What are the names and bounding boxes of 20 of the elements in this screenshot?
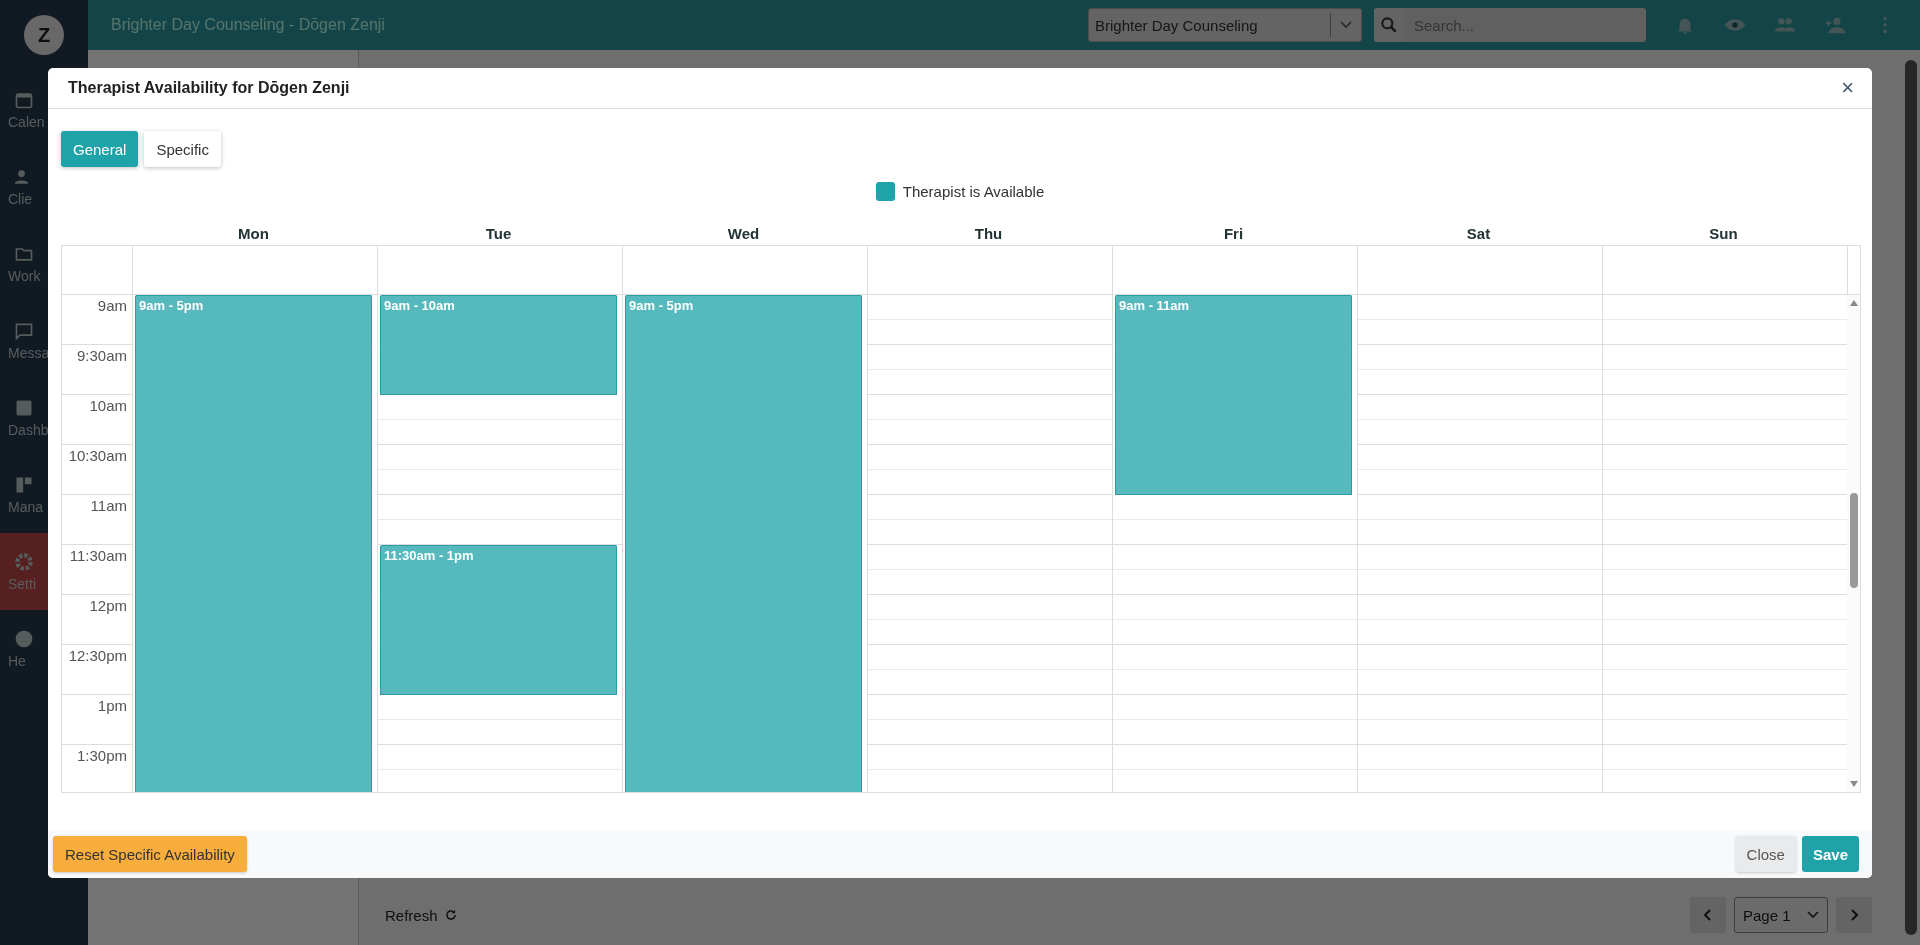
time-label: 1:30pm [76, 747, 127, 764]
time-label: 12pm [89, 597, 127, 614]
time-label: 12:30pm [68, 647, 127, 664]
time-label: 9:30am [76, 347, 127, 364]
time-label: 1pm [97, 697, 127, 714]
day-header: Fri [1223, 225, 1244, 242]
app-title: Brighter Day Counseling - Dōgen Zenji [111, 16, 386, 34]
legend-label: Therapist is Available [902, 183, 1045, 200]
time-label: 11:30am [69, 547, 127, 564]
day-header: Thu [974, 225, 1003, 242]
time-label: 11am [90, 497, 127, 514]
time-label: 10am [89, 397, 127, 414]
day-header: Tue [485, 225, 512, 242]
day-header: Wed [727, 225, 760, 242]
time-label: 10:30am [68, 447, 127, 464]
time-label: 9am [97, 297, 127, 314]
dialog-title: Therapist Availability for Dōgen Zenji [68, 79, 350, 97]
day-header: Sun [1709, 225, 1738, 242]
day-header: Sat [1466, 225, 1491, 242]
day-header: Mon [238, 225, 269, 242]
